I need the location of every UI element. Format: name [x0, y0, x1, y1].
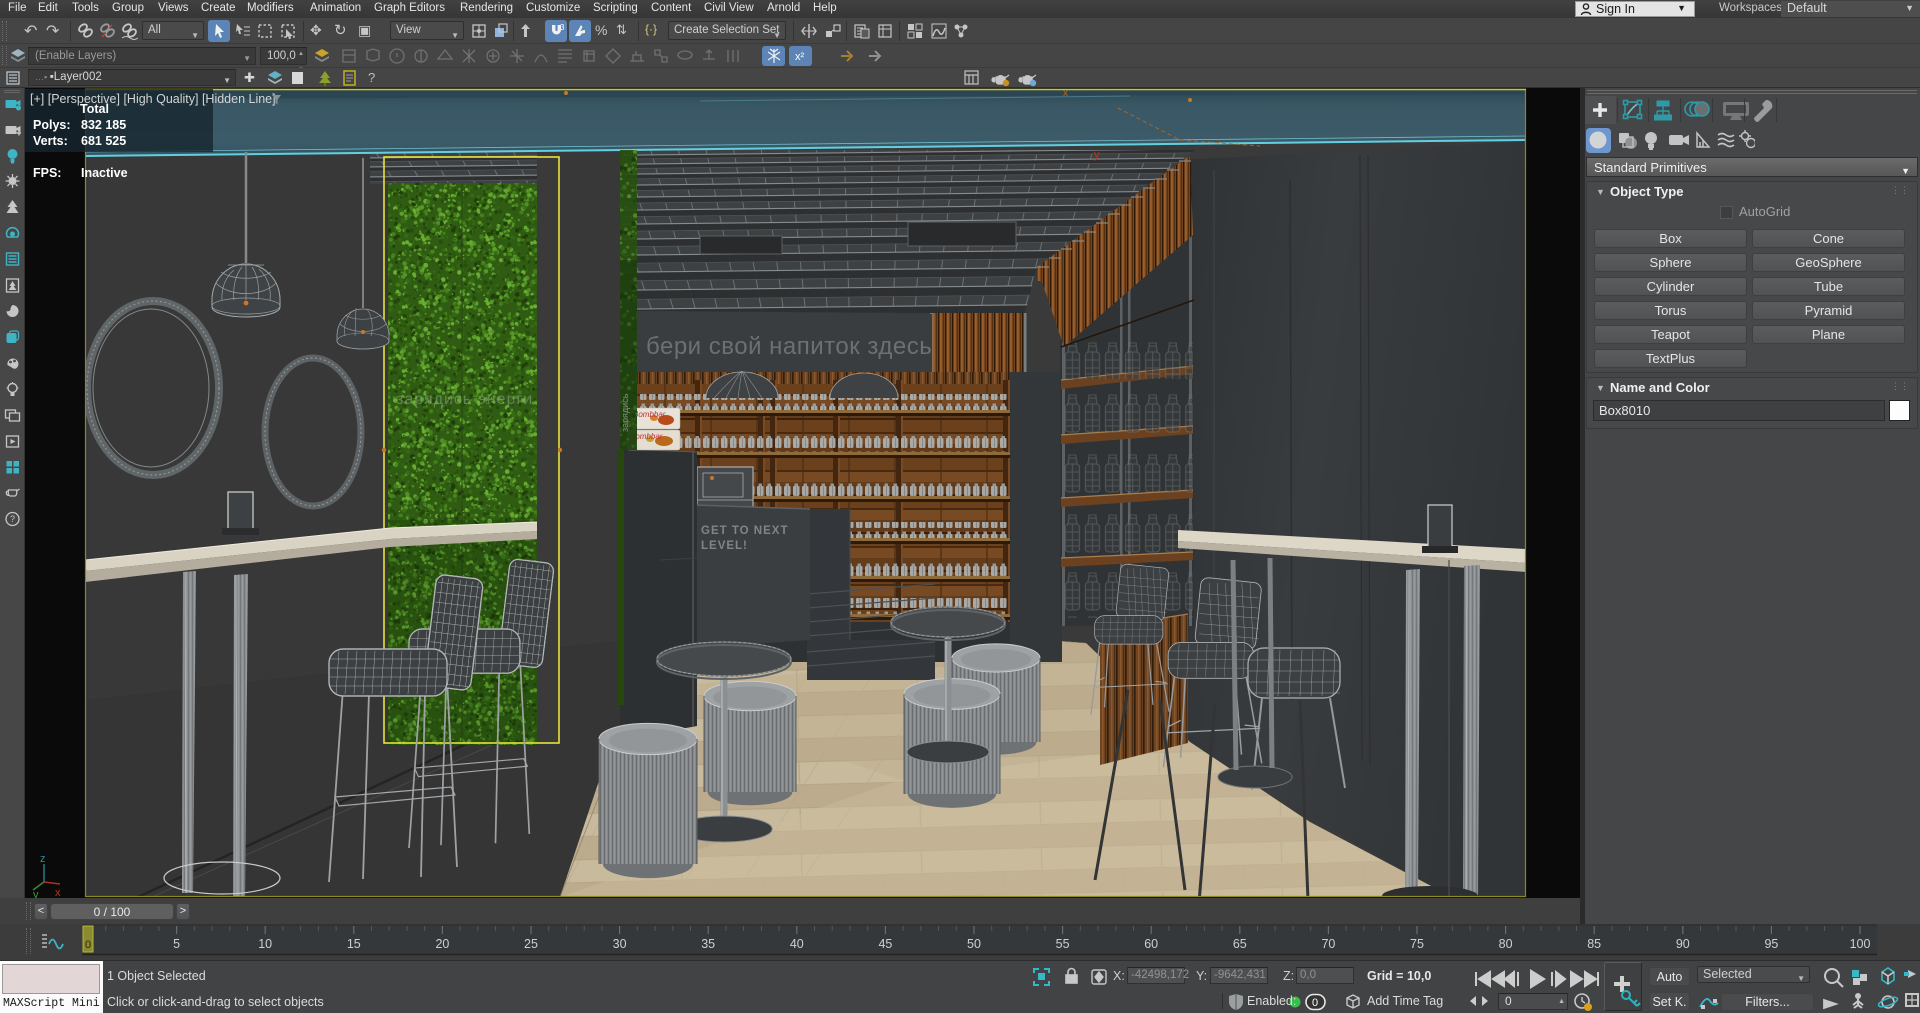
- svg-text:0: 0: [1312, 997, 1318, 1009]
- svg-text:90: 90: [1676, 937, 1690, 951]
- svg-text:20: 20: [435, 937, 449, 951]
- svg-text:5: 5: [173, 937, 180, 951]
- svg-text:60: 60: [1144, 937, 1158, 951]
- svg-text:100: 100: [1850, 937, 1871, 951]
- svg-text:3: 3: [560, 23, 565, 32]
- svg-text:Total: Total: [80, 102, 109, 116]
- svg-text:[+] [Perspective] [High Qualit: [+] [Perspective] [High Quality] [Hidden…: [30, 92, 276, 106]
- svg-text:832 185: 832 185: [81, 118, 126, 132]
- svg-text:бери свой напиток здесь: бери свой напиток здесь: [646, 333, 932, 360]
- svg-text:85: 85: [1587, 937, 1601, 951]
- svg-text:z: z: [40, 853, 46, 865]
- svg-text:0: 0: [85, 939, 91, 951]
- svg-text:?: ?: [10, 514, 15, 524]
- svg-text:зарядись энерги: зарядись энерги: [396, 391, 533, 408]
- svg-text:LEVEL!: LEVEL!: [701, 540, 748, 552]
- svg-text:40: 40: [790, 937, 804, 951]
- svg-text:y: y: [1094, 149, 1100, 161]
- svg-text:15: 15: [347, 937, 361, 951]
- svg-text:GET TO NEXT: GET TO NEXT: [701, 525, 788, 537]
- svg-text:50: 50: [967, 937, 981, 951]
- svg-text:x: x: [55, 887, 61, 898]
- svg-text:30: 30: [613, 937, 627, 951]
- svg-text:75: 75: [1410, 937, 1424, 951]
- svg-text:681 525: 681 525: [81, 134, 126, 148]
- svg-text:80: 80: [1499, 937, 1513, 951]
- svg-text:зарядись: зарядись: [620, 393, 630, 432]
- svg-text:FPS:: FPS:: [33, 166, 61, 180]
- svg-text:45: 45: [878, 937, 892, 951]
- svg-text:y: y: [33, 889, 39, 898]
- svg-text:65: 65: [1233, 937, 1247, 951]
- svg-text:Inactive: Inactive: [81, 166, 128, 180]
- svg-text:10: 10: [258, 937, 272, 951]
- svg-text:Polys:: Polys:: [33, 118, 71, 132]
- svg-text:35: 35: [701, 937, 715, 951]
- svg-text:25: 25: [524, 937, 538, 951]
- svg-text:95: 95: [1764, 937, 1778, 951]
- svg-text:70: 70: [1321, 937, 1335, 951]
- svg-text:x²: x²: [795, 51, 805, 63]
- svg-text:Verts:: Verts:: [33, 134, 68, 148]
- svg-text:55: 55: [1056, 937, 1070, 951]
- svg-text:Bombbar: Bombbar: [633, 410, 666, 419]
